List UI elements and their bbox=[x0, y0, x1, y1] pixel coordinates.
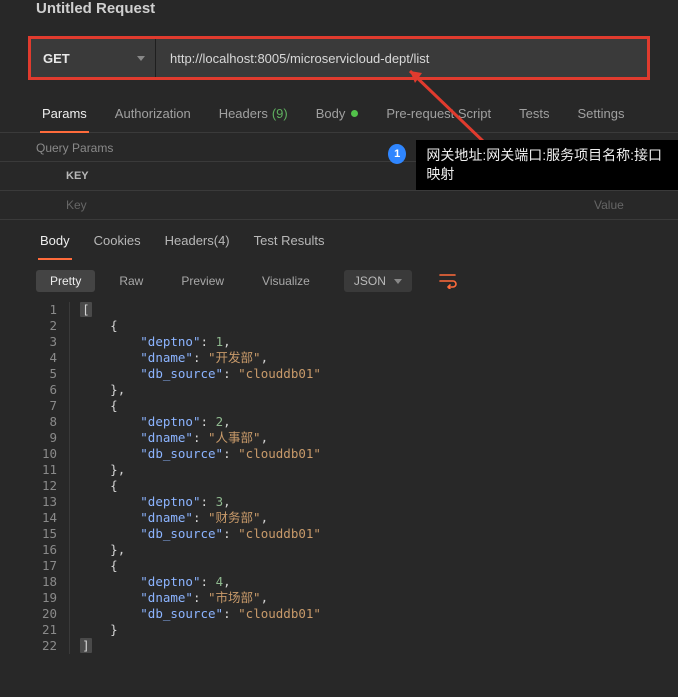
tab-body[interactable]: Body bbox=[302, 94, 373, 132]
tab-count: (9) bbox=[272, 106, 288, 121]
request-url-bar: GET http://localhost:8005/microserviclou… bbox=[28, 36, 650, 80]
param-input-row[interactable]: Key Value bbox=[0, 191, 678, 220]
tab-label: Headers bbox=[219, 106, 268, 121]
rtab-headers[interactable]: Headers(4) bbox=[153, 220, 242, 260]
tab-params[interactable]: Params bbox=[28, 94, 101, 132]
rtab-test-results[interactable]: Test Results bbox=[242, 220, 337, 260]
tab-label: Settings bbox=[577, 106, 624, 121]
view-pretty[interactable]: Pretty bbox=[36, 270, 95, 292]
http-method-select[interactable]: GET bbox=[31, 39, 156, 77]
view-preview[interactable]: Preview bbox=[167, 270, 238, 292]
tab-label: Body bbox=[40, 233, 70, 248]
annotation-callout: 1 网关地址:网关端口:服务项目名称:接口映射 bbox=[388, 140, 678, 190]
response-tabs: Body Cookies Headers(4) Test Results bbox=[0, 220, 678, 260]
tab-headers[interactable]: Headers (9) bbox=[205, 94, 302, 132]
tab-label: Cookies bbox=[94, 233, 141, 248]
response-toolbar: Pretty Raw Preview Visualize JSON bbox=[0, 260, 678, 302]
tab-label: Body bbox=[316, 106, 346, 121]
chevron-down-icon bbox=[394, 279, 402, 284]
request-tabs: Params Authorization Headers (9) Body Pre… bbox=[0, 94, 678, 133]
body-dot-icon bbox=[351, 110, 358, 117]
response-body: 12345678910111213141516171819202122 [ { … bbox=[0, 302, 678, 654]
code-lines[interactable]: [ { "deptno": 1, "dname": "开发部", "db_sou… bbox=[70, 302, 321, 654]
key-input[interactable]: Key bbox=[36, 198, 586, 212]
view-visualize[interactable]: Visualize bbox=[248, 270, 324, 292]
rtab-body[interactable]: Body bbox=[28, 220, 82, 260]
line-gutter: 12345678910111213141516171819202122 bbox=[36, 302, 70, 654]
url-text: http://localhost:8005/microservicloud-de… bbox=[170, 51, 429, 66]
chevron-down-icon bbox=[137, 56, 145, 61]
lang-value: JSON bbox=[354, 274, 386, 288]
tab-settings[interactable]: Settings bbox=[563, 94, 638, 132]
tab-label: Authorization bbox=[115, 106, 191, 121]
tab-label: Test Results bbox=[254, 233, 325, 248]
http-method-value: GET bbox=[43, 51, 70, 66]
tab-label: Params bbox=[42, 106, 87, 121]
tab-label: Headers bbox=[165, 233, 214, 248]
callout-text: 网关地址:网关端口:服务项目名称:接口映射 bbox=[416, 140, 678, 190]
tab-prerequest[interactable]: Pre-request Script bbox=[372, 94, 505, 132]
tab-tests[interactable]: Tests bbox=[505, 94, 563, 132]
url-input[interactable]: http://localhost:8005/microservicloud-de… bbox=[156, 39, 647, 77]
tab-label: Pre-request Script bbox=[386, 106, 491, 121]
rtab-cookies[interactable]: Cookies bbox=[82, 220, 153, 260]
view-raw[interactable]: Raw bbox=[105, 270, 157, 292]
value-input[interactable]: Value bbox=[586, 198, 650, 212]
callout-number: 1 bbox=[388, 144, 406, 164]
tab-authorization[interactable]: Authorization bbox=[101, 94, 205, 132]
language-select[interactable]: JSON bbox=[344, 270, 412, 292]
request-title: Untitled Request bbox=[0, 0, 678, 20]
tab-count: (4) bbox=[214, 233, 230, 248]
wrap-icon[interactable] bbox=[436, 270, 462, 292]
tab-label: Tests bbox=[519, 106, 549, 121]
